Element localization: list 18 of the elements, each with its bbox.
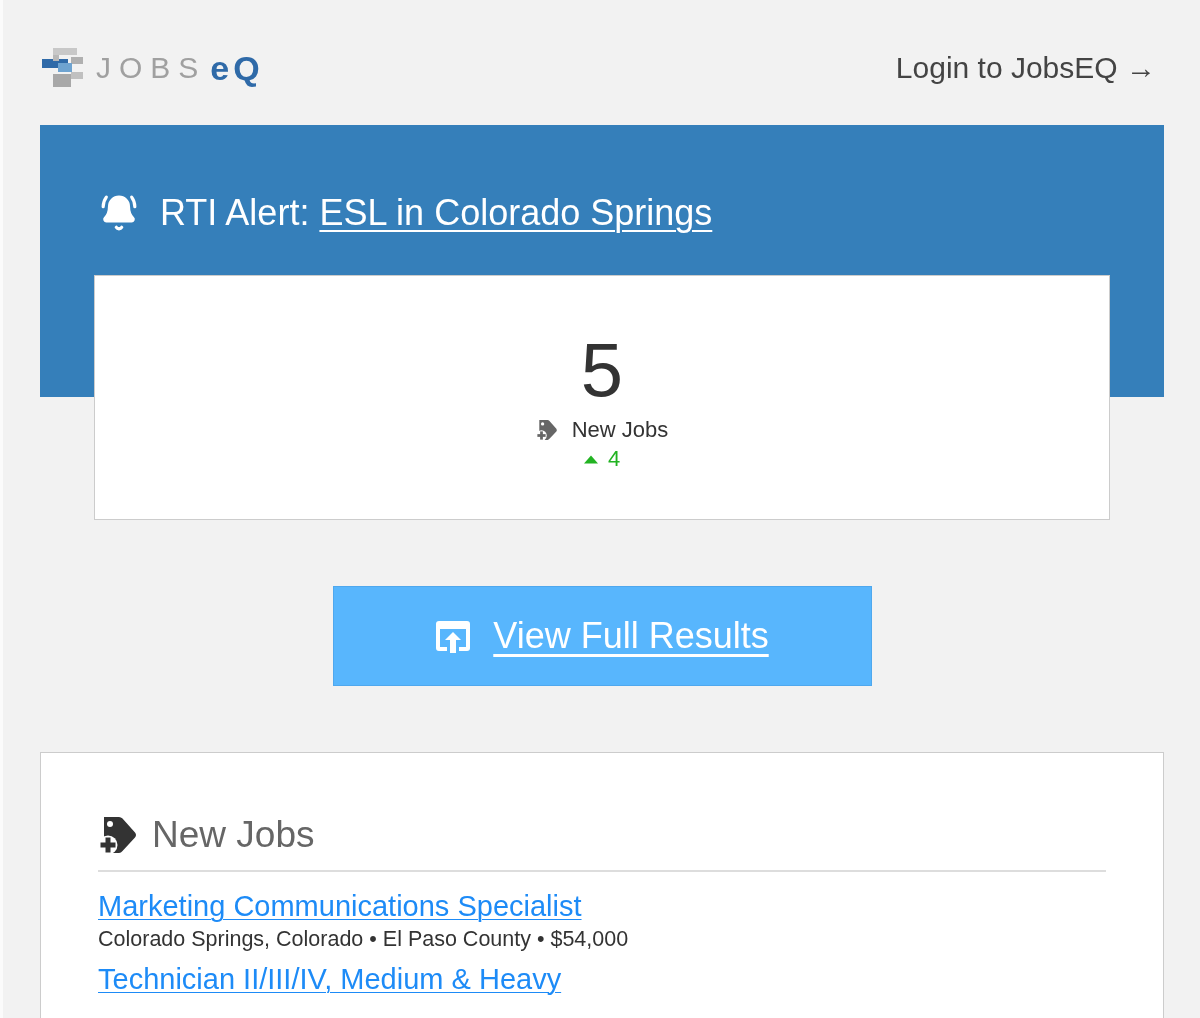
- change-value: 4: [607, 446, 621, 472]
- logo-wordmark: JOBS: [96, 50, 207, 86]
- alert-title: RTI Alert: ESL in Colorado Springs: [160, 191, 713, 235]
- view-full-results-button[interactable]: View Full Results: [332, 586, 872, 686]
- job-title-link[interactable]: Marketing Communications Specialist: [98, 888, 582, 924]
- alert-link[interactable]: ESL in Colorado Springs: [319, 192, 713, 233]
- tag-plus-icon: [535, 419, 558, 441]
- job-count: 5: [580, 332, 624, 408]
- job-title-link[interactable]: Technician II/III/IV, Medium & Heavy: [98, 961, 562, 997]
- section-title: New Jobs: [152, 813, 315, 857]
- upload-box-icon: [435, 619, 472, 653]
- job-details: Colorado Springs, Colorado • El Paso County • $54,000: [98, 926, 629, 953]
- tag-plus-icon: [98, 815, 138, 855]
- stacked-blocks-logo-icon: [40, 48, 86, 88]
- login-link[interactable]: Login to JobsEQ →: [895, 48, 1156, 88]
- summary-label: New Jobs: [571, 416, 669, 444]
- logo-mark: eQ: [210, 48, 264, 88]
- bell-icon: [100, 194, 138, 232]
